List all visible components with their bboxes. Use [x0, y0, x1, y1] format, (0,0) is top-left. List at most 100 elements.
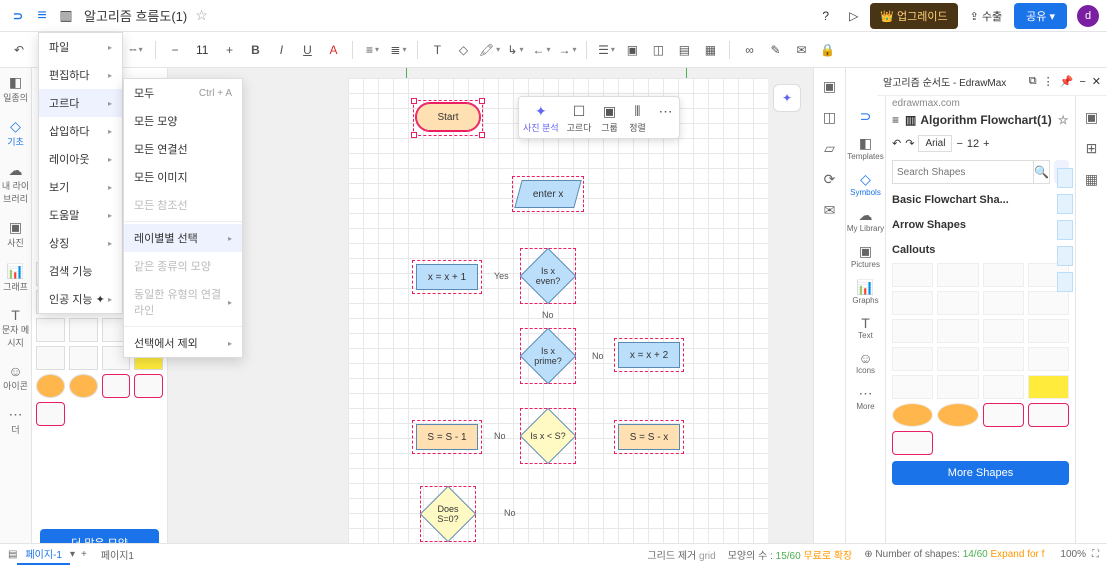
- arrow-start-icon[interactable]: ←: [530, 39, 552, 61]
- rail-icons[interactable]: ☺아이콘: [3, 363, 28, 392]
- favorite-star-icon[interactable]: ☆: [195, 7, 208, 24]
- section-basic[interactable]: Basic Flowchart Sha...▾: [892, 188, 1069, 213]
- font-color-icon[interactable]: A: [322, 39, 344, 61]
- star-icon[interactable]: ☆: [1058, 113, 1069, 127]
- shape-cell[interactable]: [983, 291, 1024, 315]
- node-sm1[interactable]: S = S - 1: [416, 424, 478, 450]
- page-menu-icon[interactable]: ▾: [70, 549, 75, 560]
- node-s0[interactable]: Does S=0?: [428, 494, 468, 534]
- rp-graphs[interactable]: 📊Graphs: [852, 279, 878, 305]
- text-tool-icon[interactable]: T: [426, 39, 448, 61]
- rr-apps-icon[interactable]: ▦: [1085, 171, 1098, 188]
- hamburger-menu-icon[interactable]: ≡: [32, 6, 52, 26]
- play-icon[interactable]: ▷: [841, 5, 866, 27]
- size[interactable]: 12: [967, 138, 979, 150]
- minimize-icon[interactable]: −: [1079, 76, 1085, 88]
- node-xp2[interactable]: x = x + 2: [618, 342, 680, 368]
- rp-text[interactable]: TText: [858, 315, 873, 340]
- submenu-item[interactable]: 모든 연결선: [124, 135, 242, 163]
- shape-cell[interactable]: [937, 263, 978, 287]
- rr-grid-icon[interactable]: ⊞: [1086, 140, 1098, 157]
- rp-symbols[interactable]: ◇Symbols: [850, 171, 881, 197]
- shape-cell[interactable]: [892, 263, 933, 287]
- rp-templates[interactable]: ◧Templates: [847, 135, 883, 161]
- rail-pictures[interactable]: ▣사진: [7, 219, 24, 249]
- shape-cell[interactable]: [983, 319, 1024, 343]
- rp-more[interactable]: ⋯More: [856, 385, 874, 411]
- comment-icon[interactable]: ✉: [790, 39, 812, 61]
- add-page-icon[interactable]: +: [81, 549, 87, 560]
- page-tab[interactable]: 페이지-1: [17, 544, 70, 565]
- preview-thumb[interactable]: [1057, 194, 1073, 214]
- rail-text[interactable]: T문자 메시지: [0, 307, 31, 349]
- pin-icon[interactable]: 📌: [1060, 75, 1074, 88]
- lock-icon[interactable]: 🔒: [816, 39, 838, 61]
- ctx-ai-button[interactable]: ✦사진 분석: [523, 101, 559, 134]
- highlight-icon[interactable]: 🖍: [478, 39, 500, 61]
- font-select[interactable]: Arial: [918, 135, 952, 152]
- ctx-more-icon[interactable]: ⋯: [655, 101, 675, 134]
- submenu-item[interactable]: 모든 모양: [124, 107, 242, 135]
- preview-thumb[interactable]: [1057, 220, 1073, 240]
- submenu-item[interactable]: 레이별별 선택▸: [124, 224, 242, 252]
- doc-title[interactable]: 알고리즘 흐름도(1): [84, 6, 187, 25]
- canvas-page[interactable]: Start enter x Is x even? Yes No x = x + …: [348, 78, 768, 558]
- rr-page-icon[interactable]: ▣: [1085, 109, 1098, 126]
- ai-float-button[interactable]: ✦: [773, 84, 801, 112]
- zoom-level[interactable]: 100%: [1060, 549, 1086, 560]
- shape-cell[interactable]: [36, 346, 65, 370]
- rail-templates[interactable]: ◧일종의: [3, 74, 28, 104]
- ctx-group-button[interactable]: ▣그룹: [599, 101, 619, 134]
- shape-cell[interactable]: [937, 375, 978, 399]
- shape-cell[interactable]: [892, 431, 933, 455]
- export-button[interactable]: ⇪ 수출: [962, 4, 1011, 28]
- connector-icon[interactable]: ↳: [504, 39, 526, 61]
- grid-toggle[interactable]: 그리드 제거 grid: [647, 547, 715, 562]
- menu-item[interactable]: 고르다▸: [39, 89, 122, 117]
- minus-icon[interactable]: −: [956, 138, 962, 150]
- section-callouts[interactable]: Callouts▴: [892, 238, 1069, 263]
- rail-graphs[interactable]: 📊그래프: [3, 263, 28, 293]
- menu-item[interactable]: 보기▸: [39, 173, 122, 201]
- rr-history-icon[interactable]: ⟳: [824, 171, 836, 188]
- rp-doc-title[interactable]: Algorithm Flowchart(1): [920, 113, 1051, 127]
- shape-cell[interactable]: [36, 318, 65, 342]
- node-ssx[interactable]: S = S - x: [618, 424, 680, 450]
- more-icon[interactable]: ⋮: [1043, 75, 1054, 88]
- menu-item[interactable]: 파일▸: [39, 33, 122, 61]
- shape-cell[interactable]: [1028, 403, 1069, 427]
- rr-filter-icon[interactable]: ▱: [824, 140, 835, 157]
- shape-cell[interactable]: [892, 347, 933, 371]
- menu-item[interactable]: 레이아웃▸: [39, 145, 122, 173]
- plus-icon[interactable]: +: [983, 138, 989, 150]
- canvas[interactable]: Start enter x Is x even? Yes No x = x + …: [168, 68, 813, 565]
- upgrade-button[interactable]: 👑 업그레이드: [870, 3, 957, 29]
- more-shapes-button[interactable]: More Shapes: [892, 461, 1069, 485]
- shape-tool-icon[interactable]: ◇: [452, 39, 474, 61]
- rp-pictures[interactable]: ▣Pictures: [851, 243, 880, 269]
- node-is-prime[interactable]: Is x prime?: [528, 336, 568, 376]
- ctx-align-button[interactable]: ⫴정렬: [627, 101, 647, 134]
- node-is-even[interactable]: Is x even?: [528, 256, 568, 296]
- menu-item[interactable]: 검색 기능: [39, 257, 122, 285]
- shape-cell[interactable]: [102, 374, 131, 398]
- popout-icon[interactable]: ⧉: [1029, 75, 1037, 88]
- shape-cell[interactable]: [892, 291, 933, 315]
- node-enter-x[interactable]: enter x: [514, 180, 582, 208]
- shape-cell[interactable]: [937, 319, 978, 343]
- shape-cell[interactable]: [937, 291, 978, 315]
- edit-icon[interactable]: ✎: [764, 39, 786, 61]
- list-icon[interactable]: ☰: [595, 39, 617, 61]
- shape-cell[interactable]: [36, 402, 65, 426]
- fullscreen-icon[interactable]: ⛶: [1092, 549, 1099, 560]
- bold-button[interactable]: B: [244, 39, 266, 61]
- menu-icon[interactable]: ≡: [892, 113, 899, 127]
- arrow-end-icon[interactable]: →: [556, 39, 578, 61]
- shape-cell[interactable]: [983, 403, 1024, 427]
- menu-item[interactable]: 상징▸: [39, 229, 122, 257]
- formula-icon[interactable]: ∞: [738, 39, 760, 61]
- submenu-item[interactable]: 모든 이미지: [124, 163, 242, 191]
- rr-comments-icon[interactable]: ✉: [824, 202, 836, 219]
- font-plus-icon[interactable]: +: [218, 39, 240, 61]
- menu-item[interactable]: 편집하다▸: [39, 61, 122, 89]
